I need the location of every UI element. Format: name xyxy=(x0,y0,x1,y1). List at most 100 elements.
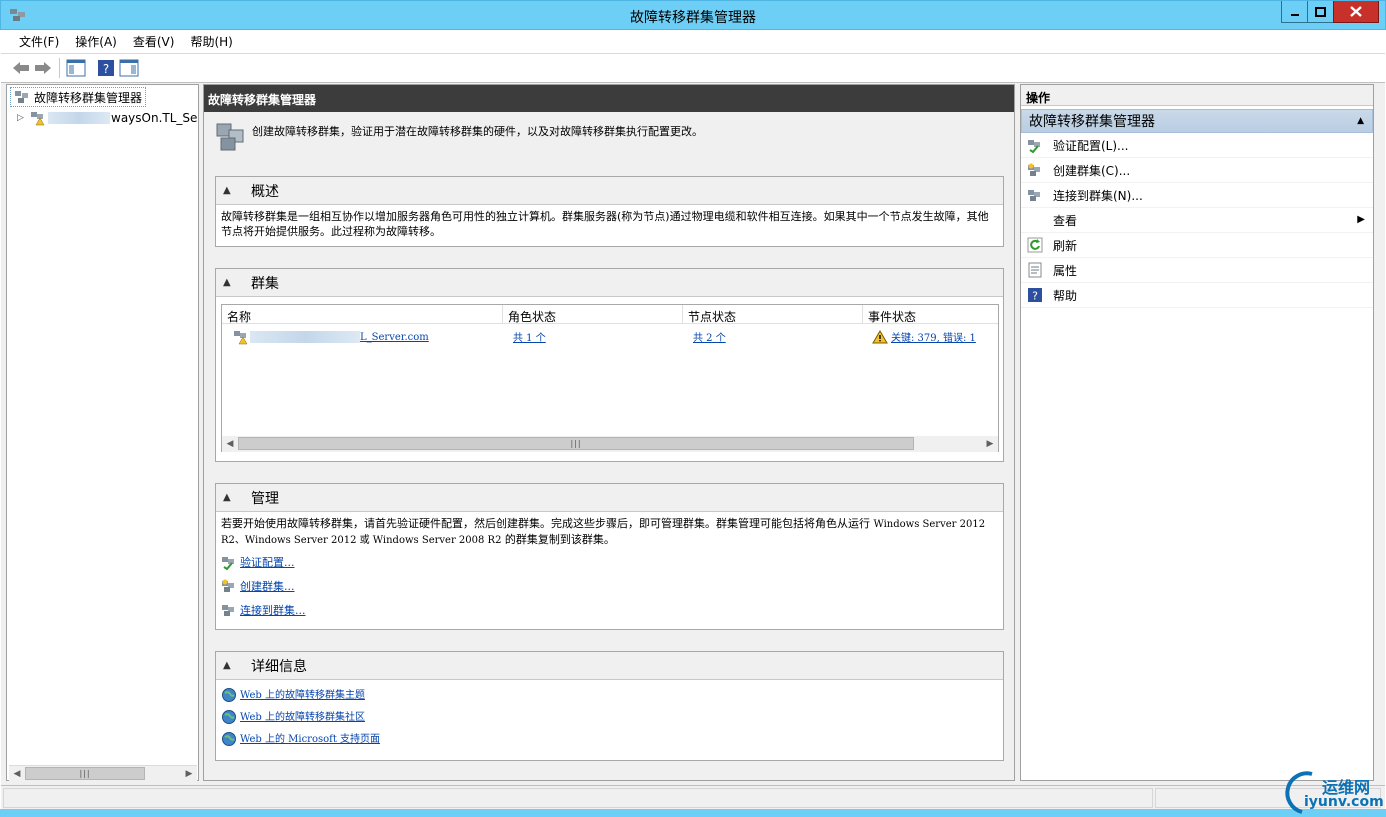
minimize-button[interactable] xyxy=(1281,1,1308,23)
clusters-section: ▲ 群集 名称 角色状态 节点状态 事件状态 L_Server.com 共 1 … xyxy=(215,268,1004,462)
validate-configuration-link-row[interactable]: 验证配置... xyxy=(221,552,998,572)
refresh-icon xyxy=(1027,237,1043,253)
action-refresh[interactable]: 刷新 xyxy=(1021,233,1373,258)
back-arrow-icon xyxy=(13,62,29,74)
results-pane-header: 故障转移群集管理器 xyxy=(204,85,1014,112)
menu-file[interactable]: 文件(F) xyxy=(11,33,67,50)
show-hide-action-pane-button[interactable] xyxy=(118,57,140,79)
cluster-servers-icon xyxy=(216,123,244,151)
warning-icon xyxy=(872,329,888,343)
connect-to-cluster-link-row[interactable]: 连接到群集... xyxy=(221,600,998,620)
clusters-header[interactable]: ▲ 群集 xyxy=(216,269,1003,297)
clusters-title: 群集 xyxy=(251,275,279,292)
action-validate-configuration[interactable]: 验证配置(L)... xyxy=(1021,133,1373,158)
microsoft-support-web-link[interactable]: Web 上的 Microsoft 支持页面 xyxy=(240,732,380,747)
connect-to-cluster-icon xyxy=(1028,190,1040,201)
help-book-icon: ? xyxy=(98,60,114,76)
scroll-right-arrow-icon[interactable]: ▶ xyxy=(982,436,998,451)
status-bar xyxy=(1,785,1385,809)
cluster-warning-icon xyxy=(31,112,45,126)
details-header[interactable]: ▲ 详细信息 xyxy=(216,652,1003,680)
menu-action[interactable]: 操作(A) xyxy=(67,33,125,50)
column-header-name[interactable]: 名称 xyxy=(222,305,503,324)
cluster-community-web-link[interactable]: Web 上的故障转移群集社区 xyxy=(240,710,365,725)
role-status-link[interactable]: 共 1 个 xyxy=(513,329,546,344)
event-status-link[interactable]: 关键: 379, 错误: 1 xyxy=(891,329,976,344)
action-connect-to-cluster[interactable]: 连接到群集(N)... xyxy=(1021,183,1373,208)
show-hide-console-tree-button[interactable] xyxy=(65,57,87,79)
maximize-button[interactable] xyxy=(1307,1,1334,23)
action-view[interactable]: 查看 ▶ xyxy=(1021,208,1373,233)
overview-section: ▲ 概述 故障转移群集是一组相互协作以增加服务器角色可用性的独立计算机。群集服务… xyxy=(215,176,1004,247)
close-button[interactable] xyxy=(1333,1,1379,23)
tree-cluster-label: waysOn.TL_Se xyxy=(111,111,198,125)
validate-configuration-link[interactable]: 验证配置... xyxy=(240,555,295,570)
scroll-right-arrow-icon[interactable]: ▶ xyxy=(181,766,197,781)
forward-button[interactable] xyxy=(32,57,54,79)
help-toolbar-button[interactable]: ? xyxy=(95,57,117,79)
menu-help[interactable]: 帮助(H) xyxy=(182,33,240,50)
column-header-event-status[interactable]: 事件状态 xyxy=(863,305,999,324)
cluster-topics-web-link[interactable]: Web 上的故障转移群集主题 xyxy=(240,688,365,703)
collapse-caret-icon[interactable]: ▲ xyxy=(223,277,235,288)
details-title: 详细信息 xyxy=(251,658,307,675)
collapse-caret-icon[interactable]: ▲ xyxy=(223,492,235,503)
connect-to-cluster-link[interactable]: 连接到群集... xyxy=(240,603,306,618)
web-link-row[interactable]: Web 上的故障转移群集社区 xyxy=(221,707,998,727)
title-bar: 故障转移群集管理器 xyxy=(0,0,1386,30)
tree-root-node[interactable]: 故障转移群集管理器 xyxy=(10,87,147,107)
expand-chevron-icon[interactable]: ▷ xyxy=(17,113,29,123)
action-properties[interactable]: 属性 xyxy=(1021,258,1373,283)
redacted-cluster-name xyxy=(250,331,360,343)
minimize-icon xyxy=(1290,13,1299,16)
clusters-table-header: 名称 角色状态 节点状态 事件状态 xyxy=(222,305,998,324)
tree-cluster-node[interactable]: ▷ waysOn.TL_Se xyxy=(17,109,197,127)
action-help[interactable]: ? 帮助 xyxy=(1021,283,1373,308)
collapse-caret-icon[interactable]: ▲ xyxy=(223,660,235,671)
intro-block: 创建故障转移群集，验证用于潜在故障转移群集的硬件，以及对故障转移群集执行配置更改… xyxy=(214,121,1004,157)
column-header-role-status[interactable]: 角色状态 xyxy=(503,305,683,324)
table-row[interactable]: L_Server.com 共 1 个 共 2 个 关键: 379, 错误: 1 xyxy=(222,327,998,347)
menu-bar: 文件(F) 操作(A) 查看(V) 帮助(H) xyxy=(1,30,1385,54)
actions-pane-title: 操作 xyxy=(1021,85,1373,106)
cluster-name-link[interactable]: L_Server.com xyxy=(360,332,429,343)
clusters-horizontal-scrollbar[interactable]: ◀ ||| ▶ xyxy=(222,436,998,452)
web-globe-icon xyxy=(222,732,236,746)
create-cluster-icon xyxy=(1028,163,1040,176)
collapse-caret-icon[interactable]: ▲ xyxy=(223,185,235,196)
properties-icon xyxy=(1028,262,1042,278)
actions-group-header[interactable]: 故障转移群集管理器 ▲ xyxy=(1021,109,1373,133)
svg-text:?: ? xyxy=(1032,290,1038,303)
details-section: ▲ 详细信息 Web 上的故障转移群集主题 Web 上的故障转移群集社区 Web… xyxy=(215,651,1004,761)
overview-header[interactable]: ▲ 概述 xyxy=(216,177,1003,205)
create-cluster-link-row[interactable]: 创建群集... xyxy=(221,576,998,596)
management-header[interactable]: ▲ 管理 xyxy=(216,484,1003,512)
clusters-scroll-thumb[interactable]: ||| xyxy=(238,437,914,450)
scroll-left-arrow-icon[interactable]: ◀ xyxy=(9,766,25,781)
actions-pane: 操作 故障转移群集管理器 ▲ 验证配置(L)... 创建群集(C)... 连接到… xyxy=(1020,84,1374,781)
tree-scroll-thumb[interactable]: ||| xyxy=(25,767,145,780)
menu-view[interactable]: 查看(V) xyxy=(125,33,183,50)
maximize-icon xyxy=(1315,6,1326,17)
cluster-manager-icon xyxy=(15,91,28,103)
overview-text: 故障转移群集是一组相互协作以增加服务器角色可用性的独立计算机。群集服务器(称为节… xyxy=(221,210,989,238)
console-tree-pane: 故障转移群集管理器 ▷ waysOn.TL_Se ◀ ||| ▶ xyxy=(6,84,199,781)
svg-text:?: ? xyxy=(103,62,109,76)
watermark-en-text: iyunv.com xyxy=(1304,794,1384,810)
web-link-row[interactable]: Web 上的故障转移群集主题 xyxy=(221,685,998,705)
node-status-link[interactable]: 共 2 个 xyxy=(693,329,726,344)
window-title: 故障转移群集管理器 xyxy=(630,10,756,26)
action-create-cluster[interactable]: 创建群集(C)... xyxy=(1021,158,1373,183)
validate-configuration-icon xyxy=(222,557,234,570)
back-button[interactable] xyxy=(10,57,32,79)
tree-horizontal-scrollbar[interactable]: ◀ ||| ▶ xyxy=(9,765,197,781)
submenu-arrow-icon: ▶ xyxy=(1357,214,1365,225)
window-bottom-border xyxy=(0,809,1386,817)
scroll-left-arrow-icon[interactable]: ◀ xyxy=(222,436,238,451)
create-cluster-link[interactable]: 创建群集... xyxy=(240,579,295,594)
web-link-row[interactable]: Web 上的 Microsoft 支持页面 xyxy=(221,729,998,749)
validate-configuration-icon xyxy=(1028,140,1040,153)
clusters-table: 名称 角色状态 节点状态 事件状态 L_Server.com 共 1 个 共 2… xyxy=(221,304,999,452)
collapse-triangle-icon[interactable]: ▲ xyxy=(1357,116,1364,126)
column-header-node-status[interactable]: 节点状态 xyxy=(683,305,863,324)
